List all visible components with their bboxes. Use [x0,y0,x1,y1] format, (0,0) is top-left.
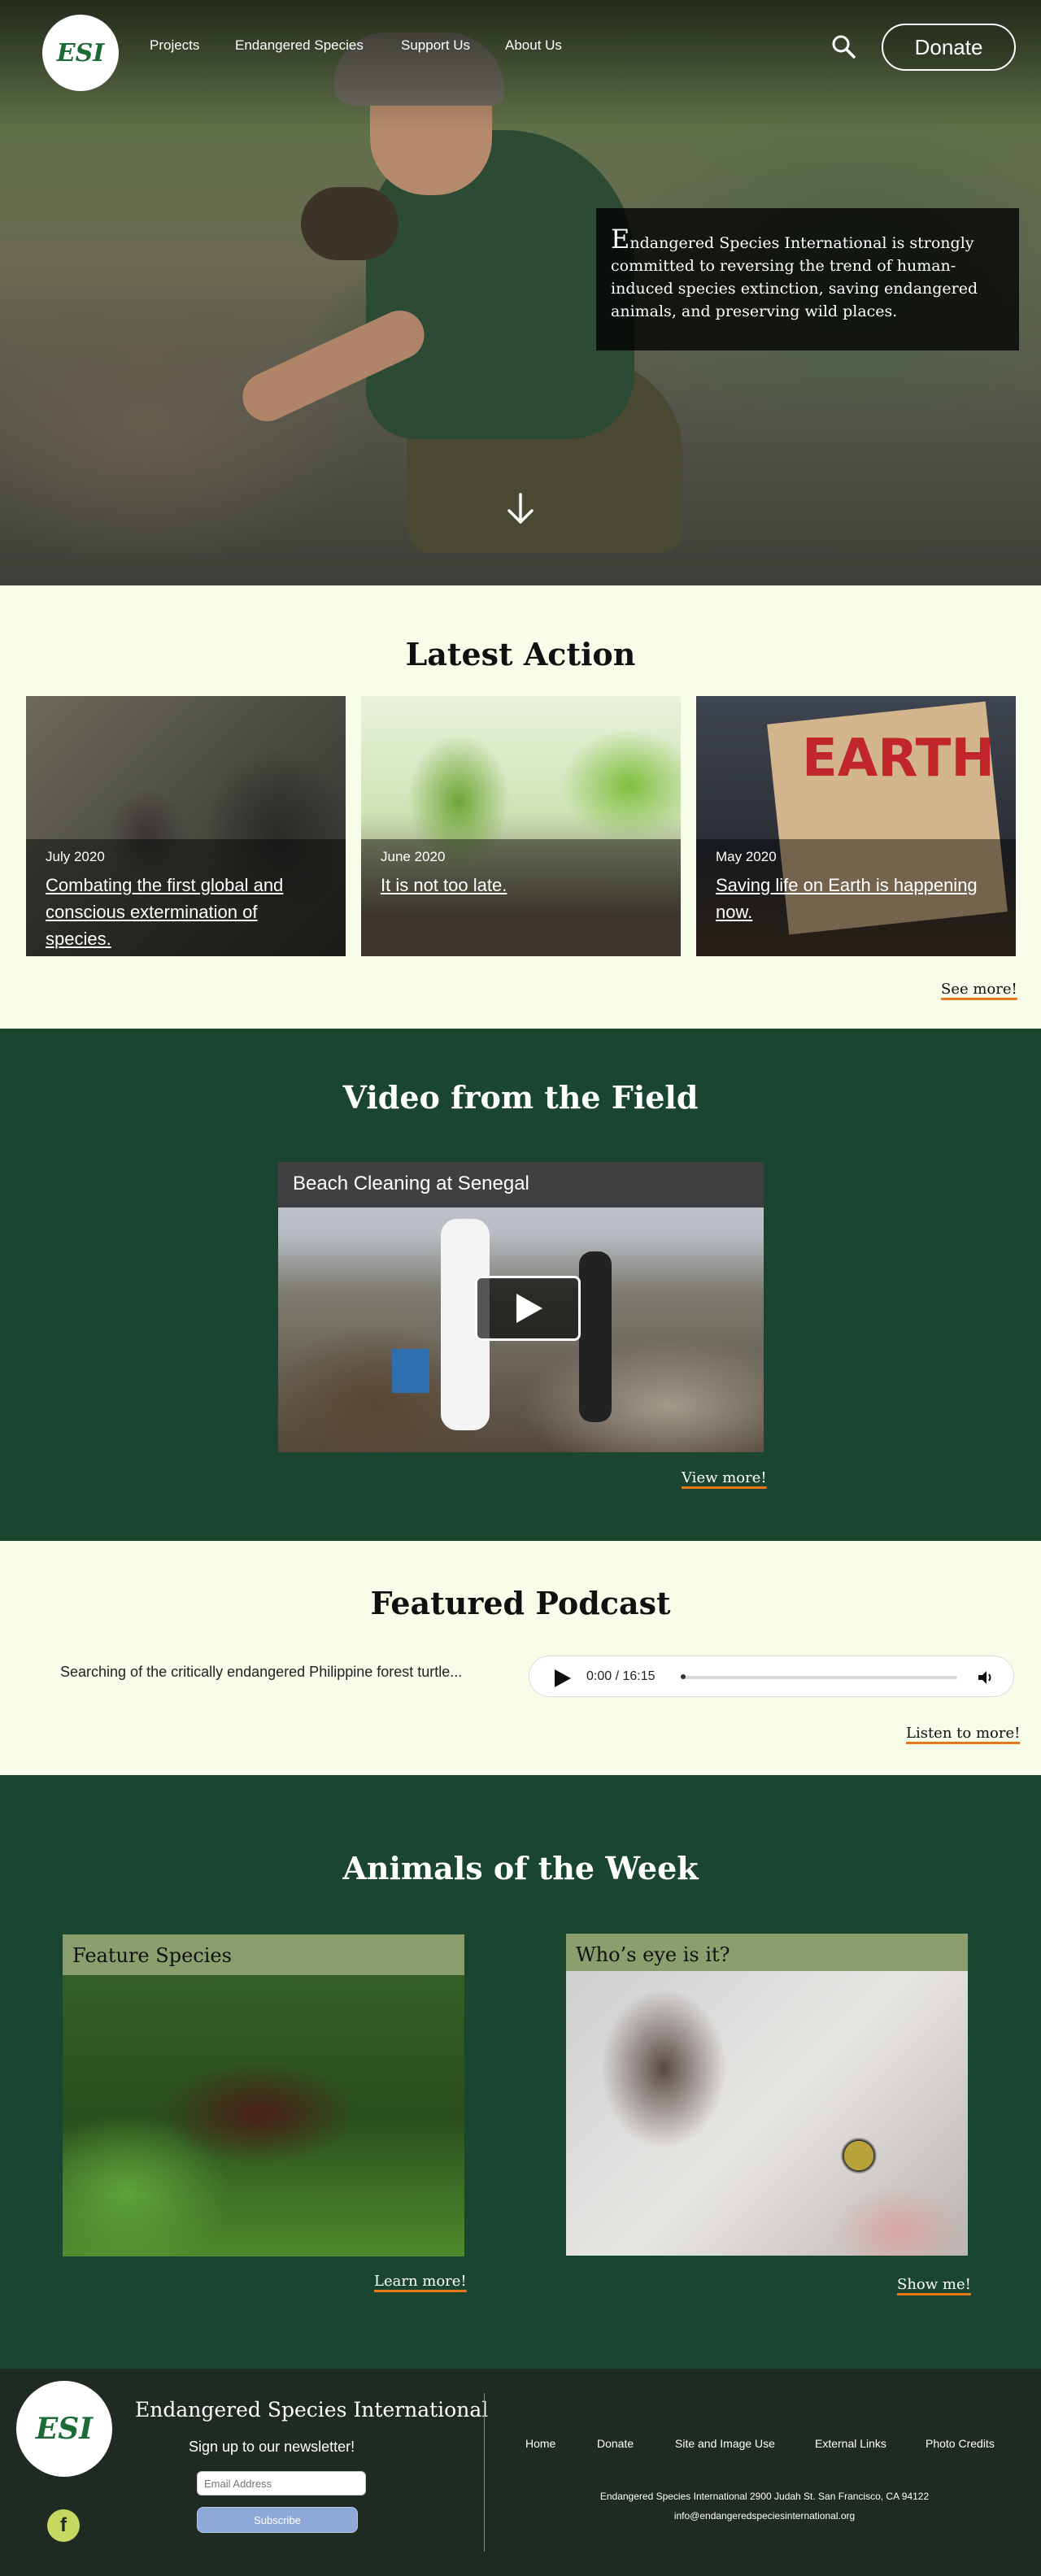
sign-lettering: EARTH [802,729,995,789]
hero-mission-statement: Endangered Species International is stro… [596,208,1019,350]
card-date: June 2020 [381,849,446,864]
subscribe-button[interactable]: Subscribe [197,2507,358,2533]
section-title: Latest Action [405,636,636,672]
video-frame-shape [392,1349,429,1393]
footer-org-name: Endangered Species International [135,2398,489,2422]
card-title-link[interactable]: Combating the first global and conscious… [46,872,326,952]
section-title: Featured Podcast [370,1585,671,1621]
site-logo[interactable]: ESI [42,15,119,91]
footer-divider [484,2393,485,2552]
animals-section: Animals of the Week Feature Species Lear… [0,1775,1041,2369]
video-player[interactable]: Beach Cleaning at Senegal [278,1162,764,1452]
action-card[interactable]: July 2020 Combating the first global and… [26,696,346,956]
card-title-link[interactable]: It is not too late. [381,872,661,899]
arrow-down-icon[interactable] [504,491,537,527]
play-icon[interactable] [552,1669,572,1688]
footer-link-site-image-use[interactable]: Site and Image Use [675,2437,775,2450]
email-field[interactable] [197,2471,366,2496]
feature-species-card[interactable]: Feature Species [63,1934,464,2256]
card-date: May 2020 [716,849,777,864]
footer-link-external-links[interactable]: External Links [815,2437,886,2450]
nav-link-projects[interactable]: Projects [150,37,199,54]
card-title-link[interactable]: Saving life on Earth is happening now. [716,872,996,925]
video-section: Video from the Field Beach Cleaning at S… [0,1029,1041,1541]
show-me-link[interactable]: Show me! [897,2276,971,2293]
section-title: Video from the Field [342,1079,699,1116]
learn-more-link[interactable]: Learn more! [374,2273,467,2290]
card-heading: Who’s eye is it? [566,1934,968,1971]
nav-link-support-us[interactable]: Support Us [401,37,470,54]
main-nav: ESI Projects Endangered Species Support … [0,0,1041,98]
card-date: July 2020 [46,849,105,864]
card-overlay: June 2020 It is not too late. [361,839,681,956]
card-overlay: July 2020 Combating the first global and… [26,839,346,956]
hero-quote-text: ndangered Species International is stron… [611,234,978,320]
play-icon [516,1294,542,1323]
audio-player[interactable]: 0:00 / 16:15 [529,1656,1014,1697]
podcast-section: Featured Podcast Searching of the critic… [0,1541,1041,1775]
see-more-link[interactable]: See more! [941,981,1017,998]
hero-quote-dropcap: E [611,224,630,255]
whose-eye-photo [566,1971,968,2256]
footer-link-donate[interactable]: Donate [597,2437,634,2450]
nav-link-endangered-species[interactable]: Endangered Species [235,37,364,54]
section-title: Animals of the Week [342,1850,699,1886]
donate-button[interactable]: Donate [882,24,1016,71]
logo-text: ESI [35,2412,94,2446]
volume-icon[interactable] [977,1669,995,1686]
audio-progress-bar[interactable] [681,1676,957,1679]
logo-text: ESI [56,38,105,67]
site-footer: ESI f Endangered Species International S… [0,2369,1041,2576]
hero-photo-shape [301,187,399,260]
audio-scrubber[interactable] [681,1674,686,1679]
footer-address: Endangered Species International 2900 Ju… [599,2491,930,2502]
audio-time: 0:00 / 16:15 [586,1669,656,1683]
footer-logo[interactable]: ESI [16,2381,112,2477]
podcast-description: Searching of the critically endangered P… [60,1664,463,1680]
view-more-link[interactable]: View more! [682,1469,767,1486]
nav-link-about-us[interactable]: About Us [505,37,562,54]
footer-link-home[interactable]: Home [525,2437,555,2450]
action-card[interactable]: EARTH May 2020 Saving life on Earth is h… [696,696,1016,956]
play-button[interactable] [475,1276,581,1341]
video-title-bar: Beach Cleaning at Senegal [278,1162,764,1208]
footer-link-photo-credits[interactable]: Photo Credits [926,2437,995,2450]
whose-eye-card[interactable]: Who’s eye is it? [566,1934,968,2256]
newsletter-label: Sign up to our newsletter! [189,2439,355,2455]
action-card[interactable]: June 2020 It is not too late. [361,696,681,956]
video-frame-shape [579,1251,612,1422]
search-icon[interactable] [830,33,857,60]
latest-action-section: Latest Action July 2020 Combating the fi… [0,585,1041,1029]
hero-section: ESI Projects Endangered Species Support … [0,0,1041,585]
footer-email[interactable]: info@endangeredspeciesinternational.org [488,2510,1041,2522]
feature-species-photo [63,1975,464,2256]
facebook-icon[interactable]: f [47,2509,80,2542]
card-heading: Feature Species [63,1934,464,1975]
card-overlay: May 2020 Saving life on Earth is happeni… [696,839,1016,956]
listen-more-link[interactable]: Listen to more! [906,1725,1020,1742]
